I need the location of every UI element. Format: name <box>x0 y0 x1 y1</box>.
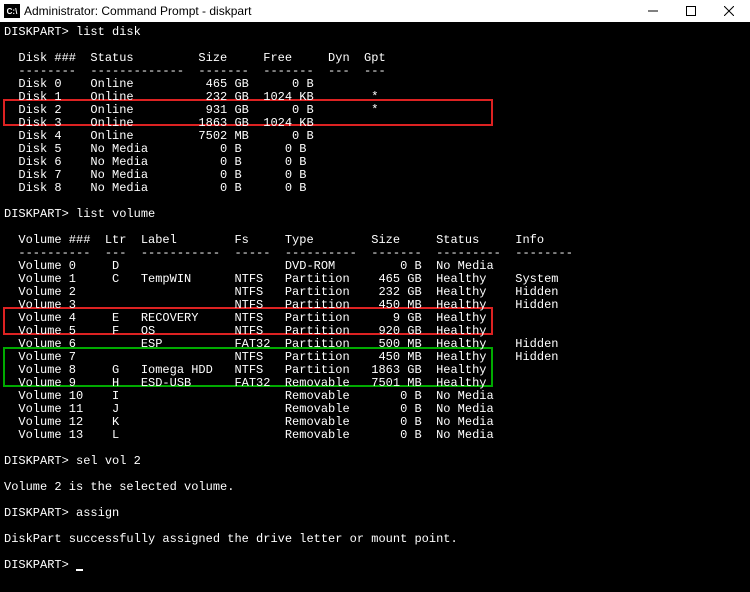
titlebar: C:\ Administrator: Command Prompt - disk… <box>0 0 750 22</box>
prompt-line: DISKPART> sel vol 2 <box>4 455 746 468</box>
output-message: Volume 2 is the selected volume. <box>4 481 746 494</box>
terminal-output[interactable]: DISKPART> list disk Disk ### Status Size… <box>0 22 750 592</box>
disk-row: Disk 8 No Media 0 B 0 B <box>4 182 746 195</box>
app-icon: C:\ <box>4 4 20 18</box>
command-prompt-window: C:\ Administrator: Command Prompt - disk… <box>0 0 750 592</box>
prompt-line: DISKPART> assign <box>4 507 746 520</box>
cursor-icon <box>76 569 83 571</box>
prompt-line: DISKPART> list disk <box>4 26 746 39</box>
prompt-line: DISKPART> <box>4 559 746 572</box>
prompt-line: DISKPART> list volume <box>4 208 746 221</box>
window-controls <box>634 0 748 22</box>
volume-row: Volume 13 L Removable 0 B No Media <box>4 429 746 442</box>
maximize-button[interactable] <box>672 0 710 22</box>
blank-line <box>4 546 746 559</box>
window-title: Administrator: Command Prompt - diskpart <box>24 4 634 18</box>
minimize-button[interactable] <box>634 0 672 22</box>
close-button[interactable] <box>710 0 748 22</box>
output-message: DiskPart successfully assigned the drive… <box>4 533 746 546</box>
